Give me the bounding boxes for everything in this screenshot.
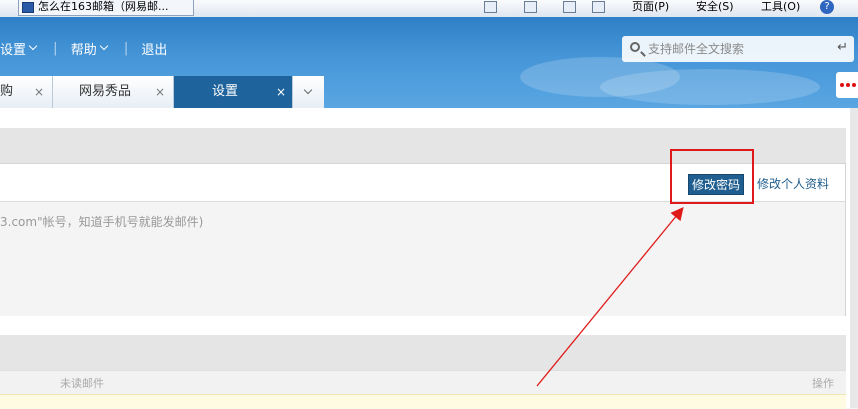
arrow-line xyxy=(536,206,684,387)
annotation-arrow xyxy=(536,206,684,387)
